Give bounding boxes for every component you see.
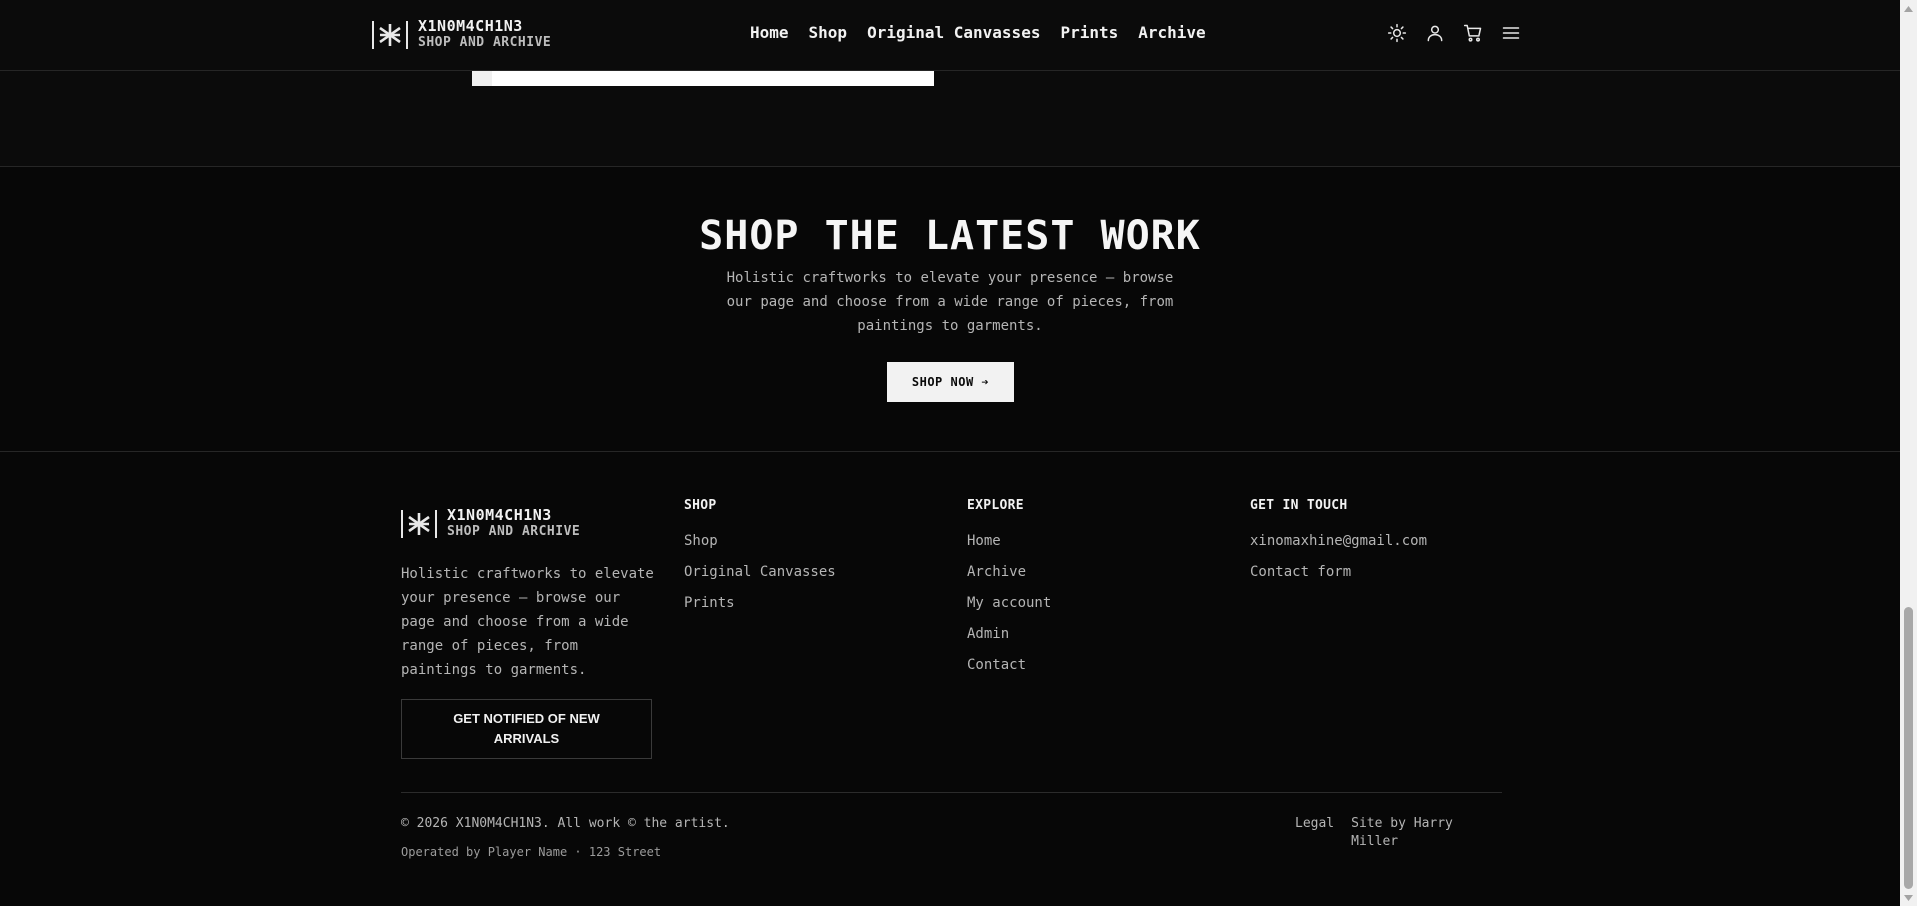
footer-link-my-account[interactable]: My account bbox=[967, 594, 1051, 613]
legal-link[interactable]: Legal bbox=[1295, 815, 1334, 851]
footer-link-original-canvasses[interactable]: Original Canvasses bbox=[684, 563, 836, 582]
copyright-text: © 2026 X1N0M4CH1N3. All work © the artis… bbox=[401, 816, 730, 831]
footer-link-home[interactable]: Home bbox=[967, 532, 1051, 551]
footer-link-shop[interactable]: Shop bbox=[684, 532, 836, 551]
site-header: X1N0M4CH1N3 SHOP AND ARCHIVE Home Shop O… bbox=[0, 0, 1900, 71]
nav-original-canvasses[interactable]: Original Canvasses bbox=[867, 22, 1040, 44]
footer-link-email[interactable]: xinomaxhine@gmail.com bbox=[1250, 532, 1427, 551]
footer-contact-heading: GET IN TOUCH bbox=[1250, 498, 1348, 513]
page: X1N0M4CH1N3 SHOP AND ARCHIVE Home Shop O… bbox=[0, 0, 1900, 906]
footer-shop-heading: SHOP bbox=[684, 498, 717, 513]
footer-bottom-links: Legal Site by Harry Miller bbox=[1295, 815, 1502, 851]
site-footer: X1N0M4CH1N3 SHOP AND ARCHIVE Holistic cr… bbox=[0, 452, 1900, 906]
brand-logo-link[interactable]: X1N0M4CH1N3 SHOP AND ARCHIVE bbox=[372, 18, 551, 51]
nav-shop[interactable]: Shop bbox=[809, 22, 848, 44]
operator-text: Operated by Player Name · 123 Street bbox=[401, 845, 662, 859]
footer-explore-column: EXPLORE Home Archive My account Admin Co… bbox=[967, 497, 1051, 687]
page-scrollbar[interactable] bbox=[1900, 0, 1917, 906]
footer-link-admin[interactable]: Admin bbox=[967, 625, 1051, 644]
header-actions bbox=[1386, 22, 1522, 44]
cta-title: SHOP THE LATEST WORK bbox=[699, 213, 1201, 259]
brand-subtitle: SHOP AND ARCHIVE bbox=[418, 35, 552, 50]
footer-explore-heading: EXPLORE bbox=[967, 498, 1024, 513]
nav-home[interactable]: Home bbox=[750, 22, 789, 44]
footer-description: Holistic craftworks to elevate your pres… bbox=[401, 566, 654, 678]
product-image-bottom-edge bbox=[472, 71, 934, 86]
site-credit-link[interactable]: Site by Harry Miller bbox=[1351, 815, 1502, 851]
footer-link-prints[interactable]: Prints bbox=[684, 594, 836, 613]
main-nav: Home Shop Original Canvasses Prints Arch… bbox=[750, 22, 1206, 44]
nav-prints[interactable]: Prints bbox=[1060, 22, 1118, 44]
footer-contact-column: GET IN TOUCH xinomaxhine@gmail.com Conta… bbox=[1250, 497, 1427, 594]
footer-link-contact[interactable]: Contact bbox=[967, 656, 1051, 675]
footer-brand[interactable]: X1N0M4CH1N3 SHOP AND ARCHIVE bbox=[401, 507, 580, 540]
notify-arrivals-button[interactable]: GET NOTIFIED OF NEW ARRIVALS bbox=[401, 699, 652, 759]
footer-brand-name: X1N0M4CH1N3 bbox=[447, 506, 552, 524]
scroll-up-arrow-icon[interactable] bbox=[1900, 0, 1917, 17]
brand-name: X1N0M4CH1N3 bbox=[418, 17, 523, 35]
footer-link-archive[interactable]: Archive bbox=[967, 563, 1051, 582]
footer-divider bbox=[401, 792, 1502, 793]
shop-now-button[interactable]: SHOP NOW ➔ bbox=[887, 362, 1014, 402]
cart-icon[interactable] bbox=[1462, 22, 1484, 44]
footer-brand-text: X1N0M4CH1N3 SHOP AND ARCHIVE bbox=[447, 507, 580, 540]
sun-icon[interactable] bbox=[1386, 22, 1408, 44]
logo-icon bbox=[372, 20, 408, 50]
scrollbar-thumb[interactable] bbox=[1904, 607, 1913, 889]
shop-cta-section: SHOP THE LATEST WORK Holistic craftworks… bbox=[0, 167, 1900, 452]
logo-icon bbox=[401, 509, 437, 539]
brand-text: X1N0M4CH1N3 SHOP AND ARCHIVE bbox=[418, 18, 551, 51]
nav-archive[interactable]: Archive bbox=[1138, 22, 1205, 44]
footer-brand-subtitle: SHOP AND ARCHIVE bbox=[447, 524, 581, 539]
user-icon[interactable] bbox=[1424, 22, 1446, 44]
footer-link-contact-form[interactable]: Contact form bbox=[1250, 563, 1427, 582]
cta-description: Holistic craftworks to elevate your pres… bbox=[726, 270, 1174, 334]
menu-icon[interactable] bbox=[1500, 22, 1522, 44]
footer-shop-column: SHOP Shop Original Canvasses Prints bbox=[684, 497, 836, 625]
scroll-down-arrow-icon[interactable] bbox=[1900, 889, 1917, 906]
